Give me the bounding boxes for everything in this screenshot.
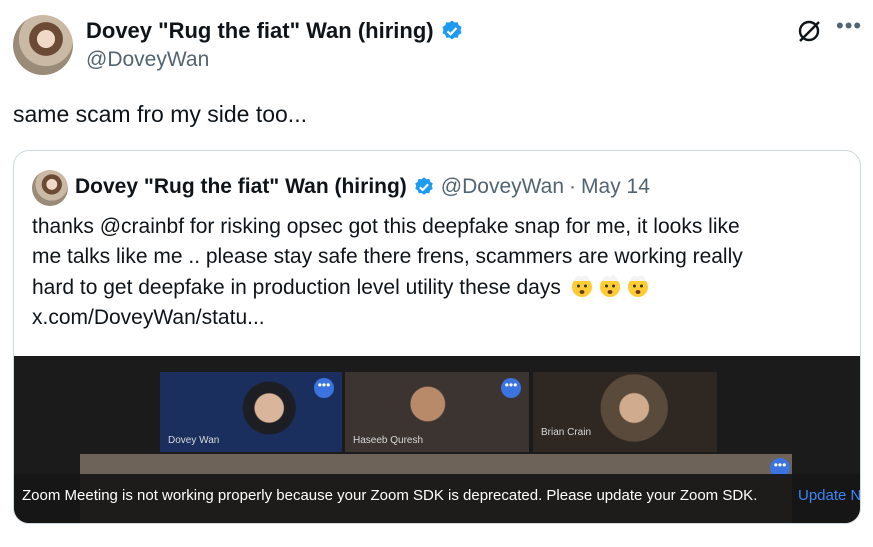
quoted-text-line: thanks @crainbf for risking opsec got th… <box>32 215 740 238</box>
grok-icon[interactable] <box>795 17 823 45</box>
video-tile-brian: Brian Crain <box>533 372 717 452</box>
media-image[interactable]: Dovey Wan ••• Haseeb Quresh ••• Brian Cr… <box>14 356 861 523</box>
quoted-author-name[interactable]: Dovey "Rug the fiat" Wan (hiring) <box>75 173 407 201</box>
author-name[interactable]: Dovey "Rug the fiat" Wan (hiring) <box>86 17 464 45</box>
more-options-icon[interactable]: ••• <box>836 15 862 37</box>
author-name-text[interactable]: Dovey "Rug the fiat" Wan (hiring) <box>86 17 434 45</box>
exploding-head-emoji-icon <box>627 275 648 297</box>
quoted-text: thanks @crainbf for risking opsec got th… <box>32 212 832 333</box>
quoted-text-line: me talks like me .. please stay safe the… <box>32 245 743 268</box>
quoted-tweet[interactable]: Dovey "Rug the fiat" Wan (hiring) @Dovey… <box>13 150 861 524</box>
tile-menu-icon: ••• <box>314 378 334 398</box>
verified-badge-icon <box>442 20 462 40</box>
quoted-avatar[interactable] <box>32 170 68 206</box>
tweet-text: same scam fro my side too... <box>13 101 307 127</box>
participant-name: Brian Crain <box>541 427 592 438</box>
verified-badge-icon <box>415 177 433 195</box>
video-tile-haseeb: Haseeb Quresh ••• <box>345 372 529 452</box>
participant-name: Haseeb Quresh <box>353 435 424 446</box>
quoted-date[interactable]: May 14 <box>581 173 650 201</box>
quoted-text-line: hard to get deepfake in production level… <box>32 272 832 303</box>
zoom-warning-banner: Zoom Meeting is not working properly bec… <box>14 474 861 523</box>
update-link: Update N <box>798 487 861 504</box>
quoted-text-line-content: hard to get deepfake in production level… <box>32 276 561 299</box>
exploding-head-emoji-icon <box>599 275 620 297</box>
exploding-head-emoji-icon <box>571 275 592 297</box>
author-handle[interactable]: @DoveyWan <box>86 48 209 72</box>
quoted-handle[interactable]: @DoveyWan <box>441 173 564 201</box>
avatar[interactable] <box>13 15 73 75</box>
participant-name: Dovey Wan <box>168 435 220 446</box>
tile-menu-icon: ••• <box>501 378 521 398</box>
banner-text: Zoom Meeting is not working properly bec… <box>22 487 758 504</box>
quoted-header: Dovey "Rug the fiat" Wan (hiring) @Dovey… <box>75 173 650 201</box>
quoted-link[interactable]: x.com/DoveyWan/statu... <box>32 303 832 333</box>
video-tile-dovey: Dovey Wan ••• <box>160 372 342 452</box>
separator-dot: · <box>569 175 577 198</box>
